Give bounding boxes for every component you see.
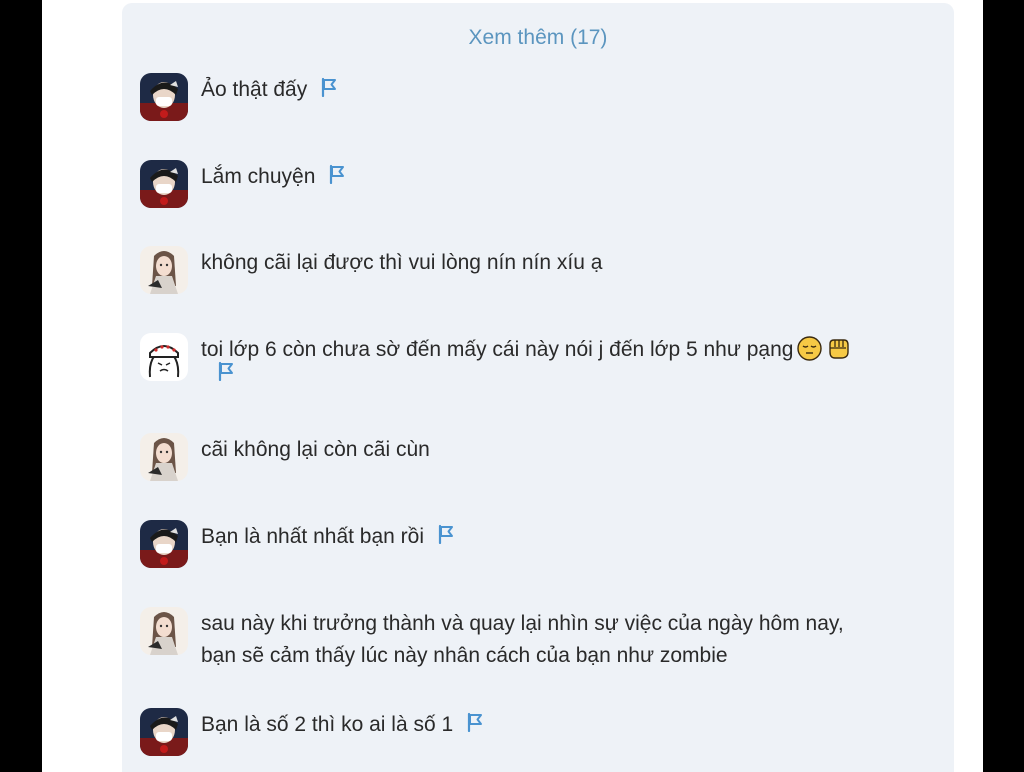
comment-text: không cãi lại được thì vui lòng nín nín …	[201, 247, 921, 279]
comment-text: Lắm chuyện	[201, 161, 921, 193]
user-avatar[interactable]	[140, 433, 188, 481]
page: Xem thêm (17) Ảo thật đấy Lắm chuyện khô…	[42, 0, 983, 772]
comment-body: toi lớp 6 còn chưa sờ đến mấy cái này nó…	[201, 338, 794, 361]
comment-text: sau này khi trưởng thành và quay lại nhì…	[201, 608, 921, 672]
comment-text: cãi không lại còn cãi cùn	[201, 434, 921, 466]
report-flag-icon[interactable]	[327, 164, 347, 184]
fist-emoji-icon	[826, 336, 851, 361]
comment-text: Bạn là nhất nhất bạn rồi	[201, 521, 921, 553]
report-flag-icon[interactable]	[436, 524, 456, 544]
user-avatar[interactable]	[140, 520, 188, 568]
comment-body: cãi không lại còn cãi cùn	[201, 438, 430, 461]
comment-body: sau này khi trưởng thành và quay lại nhì…	[201, 612, 844, 667]
comment-body: không cãi lại được thì vui lòng nín nín …	[201, 251, 603, 274]
comment-body: Bạn là số 2 thì ko ai là số 1	[201, 713, 454, 736]
comment-text: Ảo thật đấy	[201, 74, 921, 106]
see-more-link[interactable]: Xem thêm (17)	[122, 26, 954, 50]
comments-panel: Xem thêm (17) Ảo thật đấy Lắm chuyện khô…	[122, 3, 954, 772]
user-avatar[interactable]	[140, 246, 188, 294]
comment-body: Ảo thật đấy	[201, 78, 308, 101]
comment-body: Lắm chuyện	[201, 165, 316, 188]
report-flag-icon[interactable]	[216, 361, 236, 381]
report-flag-icon[interactable]	[465, 712, 485, 732]
user-avatar[interactable]	[140, 607, 188, 655]
pensive-face-emoji-icon	[797, 336, 822, 361]
user-avatar[interactable]	[140, 333, 188, 381]
user-avatar[interactable]	[140, 708, 188, 756]
comment-body: Bạn là nhất nhất bạn rồi	[201, 525, 425, 548]
comment-text: toi lớp 6 còn chưa sờ đến mấy cái này nó…	[201, 334, 921, 384]
comment-text: Bạn là số 2 thì ko ai là số 1	[201, 709, 921, 741]
report-flag-icon[interactable]	[319, 77, 339, 97]
user-avatar[interactable]	[140, 73, 188, 121]
user-avatar[interactable]	[140, 160, 188, 208]
